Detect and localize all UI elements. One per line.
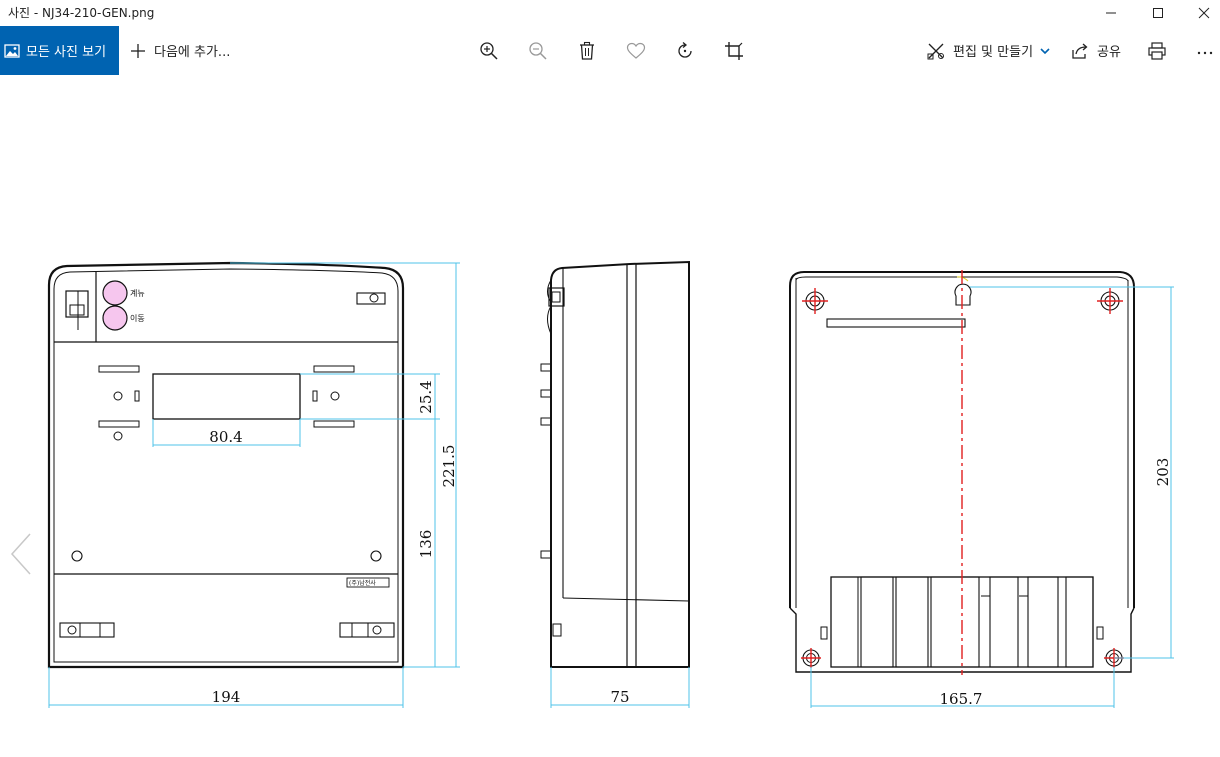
favorite-button[interactable]: [623, 38, 649, 64]
maximize-icon: [1153, 8, 1163, 18]
previous-image-button[interactable]: [4, 530, 38, 578]
window-title: 사진 - NJ34-210-GEN.png: [8, 6, 155, 20]
dim-window-height: 25.4: [417, 380, 435, 413]
dim-front-width: 194: [212, 688, 241, 706]
zoom-out-icon: [529, 42, 547, 60]
maximize-button[interactable]: [1135, 0, 1181, 26]
front-button-top-label: 계뉴: [130, 288, 145, 298]
close-icon: [1198, 7, 1210, 19]
print-button[interactable]: [1144, 38, 1170, 64]
printer-icon: [1148, 42, 1166, 60]
zoom-out-button[interactable]: [525, 38, 551, 64]
dim-back-height: 203: [1154, 458, 1172, 487]
zoom-in-icon: [480, 42, 498, 60]
dim-height-total: 221.5: [440, 445, 458, 488]
zoom-in-button[interactable]: [476, 38, 502, 64]
share-label: 공유: [1097, 45, 1121, 60]
back-dimensions: [810, 286, 1174, 708]
trash-icon: [580, 41, 594, 60]
edit-create-icon: [927, 43, 944, 59]
minimize-button[interactable]: [1088, 0, 1134, 26]
technical-drawing: 계뉴 이동 (주)남전사 80.4 25.4 221.5 136 194 75 …: [47, 260, 1174, 708]
more-button[interactable]: [1192, 38, 1218, 64]
plus-icon: [131, 43, 145, 58]
rotate-icon: [678, 42, 692, 58]
all-photos-label: 모든 사진 보기: [26, 45, 107, 60]
share-icon: [1072, 43, 1088, 59]
dim-side-depth: 75: [610, 688, 629, 706]
chevron-down-icon: [1040, 47, 1050, 54]
crop-button[interactable]: [721, 38, 747, 64]
image-viewer: 계뉴 이동 (주)남전사 80.4 25.4 221.5 136 194 75 …: [0, 75, 1220, 753]
edit-create-button[interactable]: 편집 및 만들기: [927, 26, 1051, 75]
dim-height-lower: 136: [417, 530, 435, 559]
photo-icon: [4, 43, 20, 58]
add-to-button[interactable]: 다음에 추가...: [129, 26, 230, 75]
minimize-icon: [1106, 12, 1116, 14]
side-view: [540, 260, 690, 668]
dim-back-width: 165.7: [940, 690, 983, 708]
title-bar: 사진 - NJ34-210-GEN.png: [0, 0, 1220, 26]
dim-window-width: 80.4: [209, 428, 242, 446]
command-bar: 모든 사진 보기 다음에 추가... 편집 및 만들기 공유: [0, 26, 1220, 75]
crop-icon: [725, 42, 743, 60]
heart-icon: [626, 42, 646, 59]
front-button-bottom-label: 이동: [130, 313, 145, 323]
close-button[interactable]: [1181, 0, 1220, 26]
edit-create-label: 편집 및 만들기: [953, 45, 1034, 60]
back-center-marks: [801, 270, 1124, 675]
all-photos-button[interactable]: 모든 사진 보기: [0, 26, 119, 75]
front-view: [47, 261, 405, 669]
add-to-label: 다음에 추가...: [154, 45, 231, 60]
delete-button[interactable]: [574, 38, 600, 64]
share-button[interactable]: 공유: [1071, 26, 1121, 75]
rotate-button[interactable]: [672, 38, 698, 64]
chevron-left-icon: [10, 533, 31, 575]
more-icon: [1197, 51, 1213, 55]
nameplate-label: (주)남전사: [349, 579, 376, 587]
